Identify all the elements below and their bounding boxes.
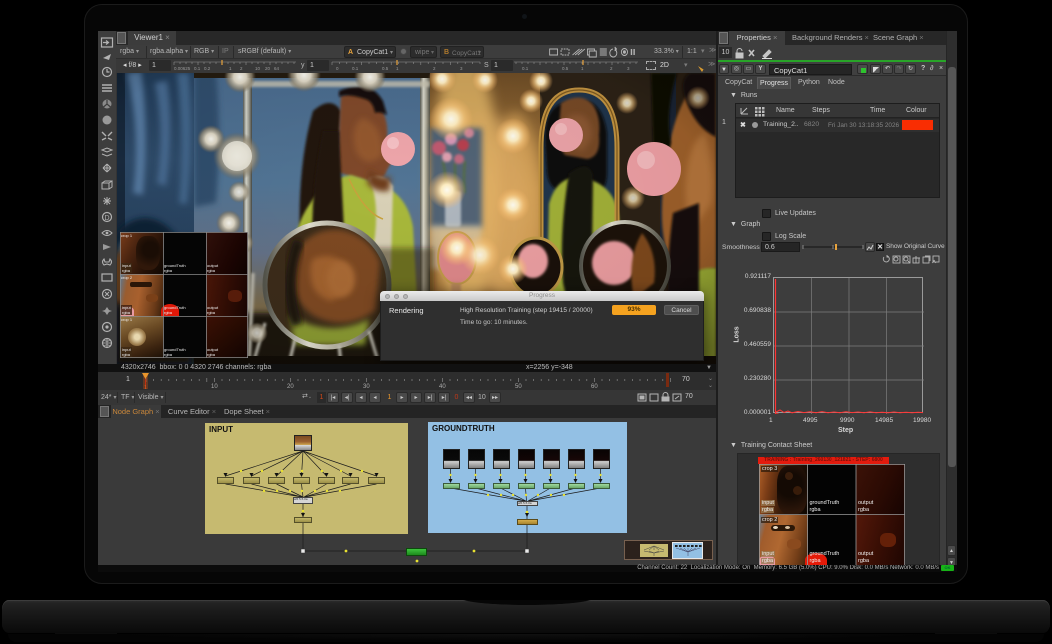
svg-text:10: 10	[255, 66, 261, 71]
svg-text:3: 3	[460, 66, 463, 71]
svg-text:0.5: 0.5	[382, 66, 389, 71]
svg-text:1: 1	[229, 66, 232, 71]
svg-text:2: 2	[610, 66, 613, 71]
svg-text:2: 2	[240, 66, 243, 71]
svg-text:0: 0	[336, 66, 339, 71]
svg-text:0.5: 0.5	[562, 66, 569, 71]
svg-text:20: 20	[265, 66, 271, 71]
svg-text:2: 2	[433, 66, 436, 71]
svg-text:1: 1	[581, 66, 584, 71]
svg-text:64: 64	[274, 66, 280, 71]
svg-text:0.1: 0.1	[522, 66, 529, 71]
svg-text:3: 3	[627, 66, 630, 71]
svg-text:D: D	[105, 215, 110, 222]
svg-text:0.1: 0.1	[194, 66, 201, 71]
svg-text:0.00625: 0.00625	[174, 66, 191, 71]
svg-text:0.1: 0.1	[352, 66, 359, 71]
svg-text:1: 1	[396, 66, 399, 71]
svg-text:0.2: 0.2	[204, 66, 211, 71]
